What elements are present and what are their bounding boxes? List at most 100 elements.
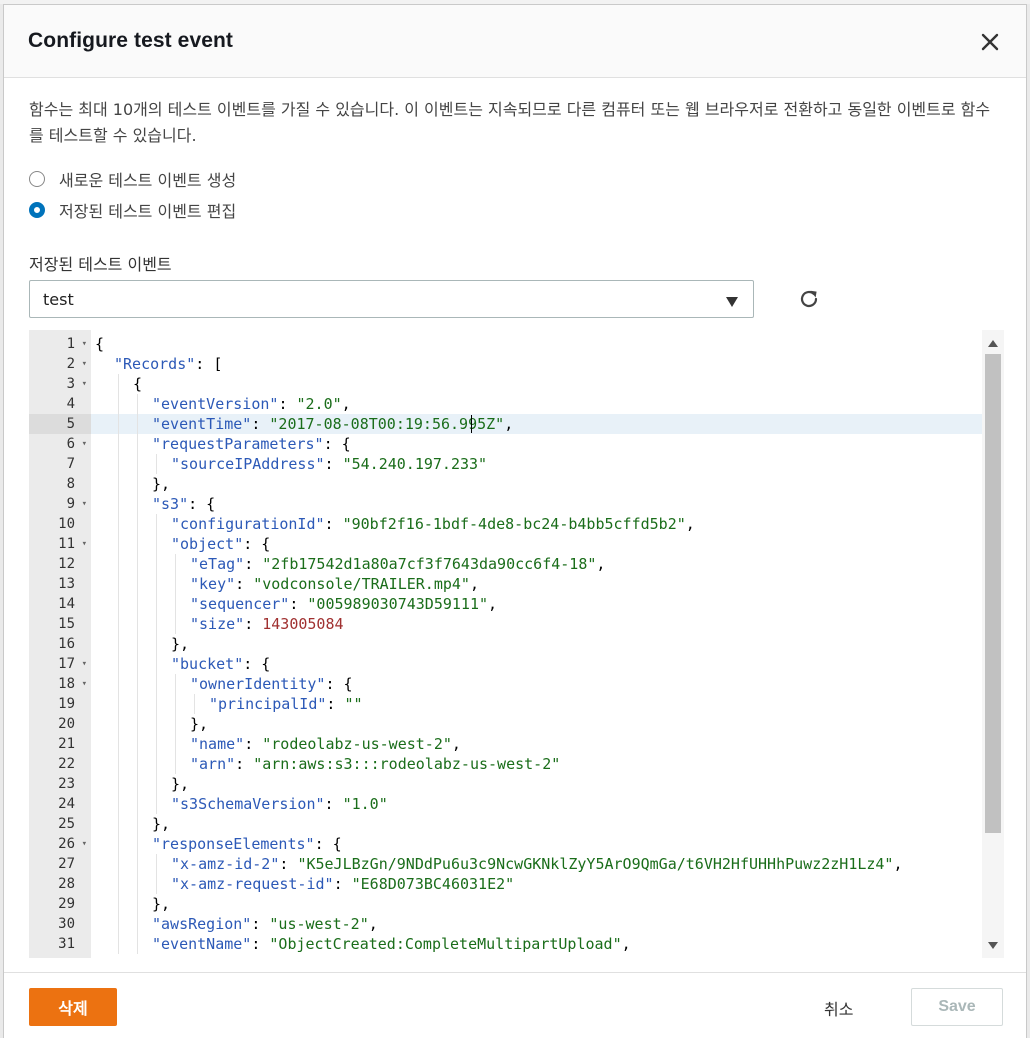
fold-toggle-icon[interactable]: ▾: [82, 374, 87, 394]
fold-toggle-icon[interactable]: ▾: [82, 334, 87, 354]
indent-guide: [118, 394, 119, 414]
code-line: {: [91, 374, 982, 394]
json-string: "rodeolabz-us-west-2": [262, 735, 452, 753]
json-punctuation: :: [289, 595, 308, 613]
saved-events-select[interactable]: test: [29, 280, 754, 318]
json-punctuation: :: [251, 935, 270, 953]
indent-guide: [175, 554, 176, 574]
json-string: "us-west-2": [269, 915, 369, 933]
indent-guide: [118, 474, 119, 494]
indent-guide: [175, 754, 176, 774]
code-line: },: [91, 774, 982, 794]
indent-guide: [137, 614, 138, 634]
code-line: "awsRegion": "us-west-2",: [91, 914, 982, 934]
radio-label: 저장된 테스트 이벤트 편집: [59, 202, 237, 221]
line-number: 11 ▾: [58, 534, 87, 554]
close-icon[interactable]: [978, 30, 1002, 54]
code-line: "object": {: [91, 534, 982, 554]
editor-scrollbar[interactable]: [982, 330, 1004, 958]
indent-guide: [137, 594, 138, 614]
json-key: "s3SchemaVersion": [171, 795, 325, 813]
delete-button[interactable]: 삭제: [29, 988, 117, 1026]
indent-guide: [137, 814, 138, 834]
json-punctuation: : {: [323, 435, 351, 453]
json-punctuation: ,: [504, 415, 514, 433]
radio-button-checked[interactable]: [29, 202, 45, 218]
line-number: 28: [58, 876, 75, 892]
indent-guide: [137, 574, 138, 594]
indent-guide: [137, 474, 138, 494]
json-punctuation: ,: [451, 735, 461, 753]
line-number: 27: [58, 856, 75, 872]
json-string: "K5eJLBzGn/9NDdPu6u3c9NcwGKNklZyY5ArO9Qm…: [297, 855, 894, 873]
fold-toggle-icon[interactable]: ▾: [82, 354, 87, 374]
indent-guide: [118, 454, 119, 474]
json-punctuation: :: [279, 855, 298, 873]
indent-guide: [137, 774, 138, 794]
indent-guide: [137, 914, 138, 934]
radio-edit-saved-event[interactable]: 저장된 테스트 이벤트 편집: [29, 198, 236, 222]
fold-toggle-icon[interactable]: ▾: [82, 434, 87, 454]
code-line: "eventVersion": "2.0",: [91, 394, 982, 414]
scroll-down-icon[interactable]: [988, 942, 998, 950]
fold-toggle-icon[interactable]: ▾: [82, 654, 87, 674]
code-line: "sourceIPAddress": "54.240.197.233": [91, 454, 982, 474]
json-punctuation: :: [235, 575, 254, 593]
indent-guide: [137, 894, 138, 914]
json-punctuation: :: [251, 415, 270, 433]
editor-code-area[interactable]: {"Records": [{"eventVersion": "2.0", "eve…: [91, 330, 982, 958]
indent-guide: [118, 794, 119, 814]
line-number: 4: [66, 396, 75, 412]
json-string: "005989030743D59111": [307, 595, 489, 613]
code-line: "eTag": "2fb17542d1a80a7cf3f7643da90cc6f…: [91, 554, 982, 574]
json-punctuation: },: [171, 635, 190, 653]
json-key: "Records": [114, 355, 196, 373]
indent-guide: [137, 854, 138, 874]
fold-toggle-icon[interactable]: ▾: [82, 534, 87, 554]
radio-create-new-event[interactable]: 새로운 테스트 이벤트 생성: [29, 167, 236, 191]
line-number: 26 ▾: [58, 834, 87, 854]
cancel-button[interactable]: 취소: [824, 996, 853, 1020]
indent-guide: [118, 734, 119, 754]
json-punctuation: ,: [685, 515, 695, 533]
json-code-editor[interactable]: 1 ▾ 2 ▾ 3 ▾ 4 5 6 ▾ 7 8 9 ▾ 10 11 ▾ 12 13 14 15 16 17 ▾ 18 ▾ 19 20 2…: [29, 330, 1004, 958]
indent-guide: [156, 754, 157, 774]
indent-guide: [175, 694, 176, 714]
line-number: 8: [66, 476, 75, 492]
text-cursor: [471, 415, 472, 433]
json-key: "s3": [152, 495, 189, 513]
fold-toggle-icon[interactable]: ▾: [82, 834, 87, 854]
indent-guide: [118, 614, 119, 634]
json-punctuation: ,: [596, 555, 606, 573]
json-string: "arn:aws:s3:::rodeolabz-us-west-2": [253, 755, 561, 773]
indent-guide: [137, 794, 138, 814]
line-number: 3 ▾: [66, 374, 87, 394]
code-line: "ownerIdentity": {: [91, 674, 982, 694]
scrollbar-thumb[interactable]: [985, 354, 1001, 833]
indent-guide: [156, 534, 157, 554]
refresh-icon[interactable]: [797, 287, 821, 311]
dialog-footer: 삭제 취소 Save: [4, 972, 1026, 1038]
scroll-up-icon[interactable]: [988, 339, 998, 347]
json-key: "eTag": [190, 555, 245, 573]
fold-toggle-icon[interactable]: ▾: [82, 494, 87, 514]
json-key: "responseElements": [152, 835, 315, 853]
fold-toggle-icon[interactable]: ▾: [82, 674, 87, 694]
json-string: "vodconsole/TRAILER.mp4": [253, 575, 470, 593]
indent-guide: [118, 634, 119, 654]
json-key: "eventVersion": [152, 395, 279, 413]
json-punctuation: ,: [368, 915, 378, 933]
caret-down-icon: [725, 293, 739, 307]
json-key: "x-amz-request-id": [171, 875, 334, 893]
json-string: "90bf2f16-1bdf-4de8-bc24-b4bb5cffd5b2": [342, 515, 686, 533]
indent-guide: [175, 594, 176, 614]
save-button[interactable]: Save: [911, 988, 1003, 1026]
json-punctuation: ,: [488, 595, 498, 613]
indent-guide: [137, 434, 138, 454]
radio-button[interactable]: [29, 171, 45, 187]
indent-guide: [156, 854, 157, 874]
line-number: 6 ▾: [66, 434, 87, 454]
indent-guide: [156, 694, 157, 714]
json-string: "2017-08-08T00:19:56.995Z": [269, 415, 505, 433]
indent-guide: [156, 554, 157, 574]
